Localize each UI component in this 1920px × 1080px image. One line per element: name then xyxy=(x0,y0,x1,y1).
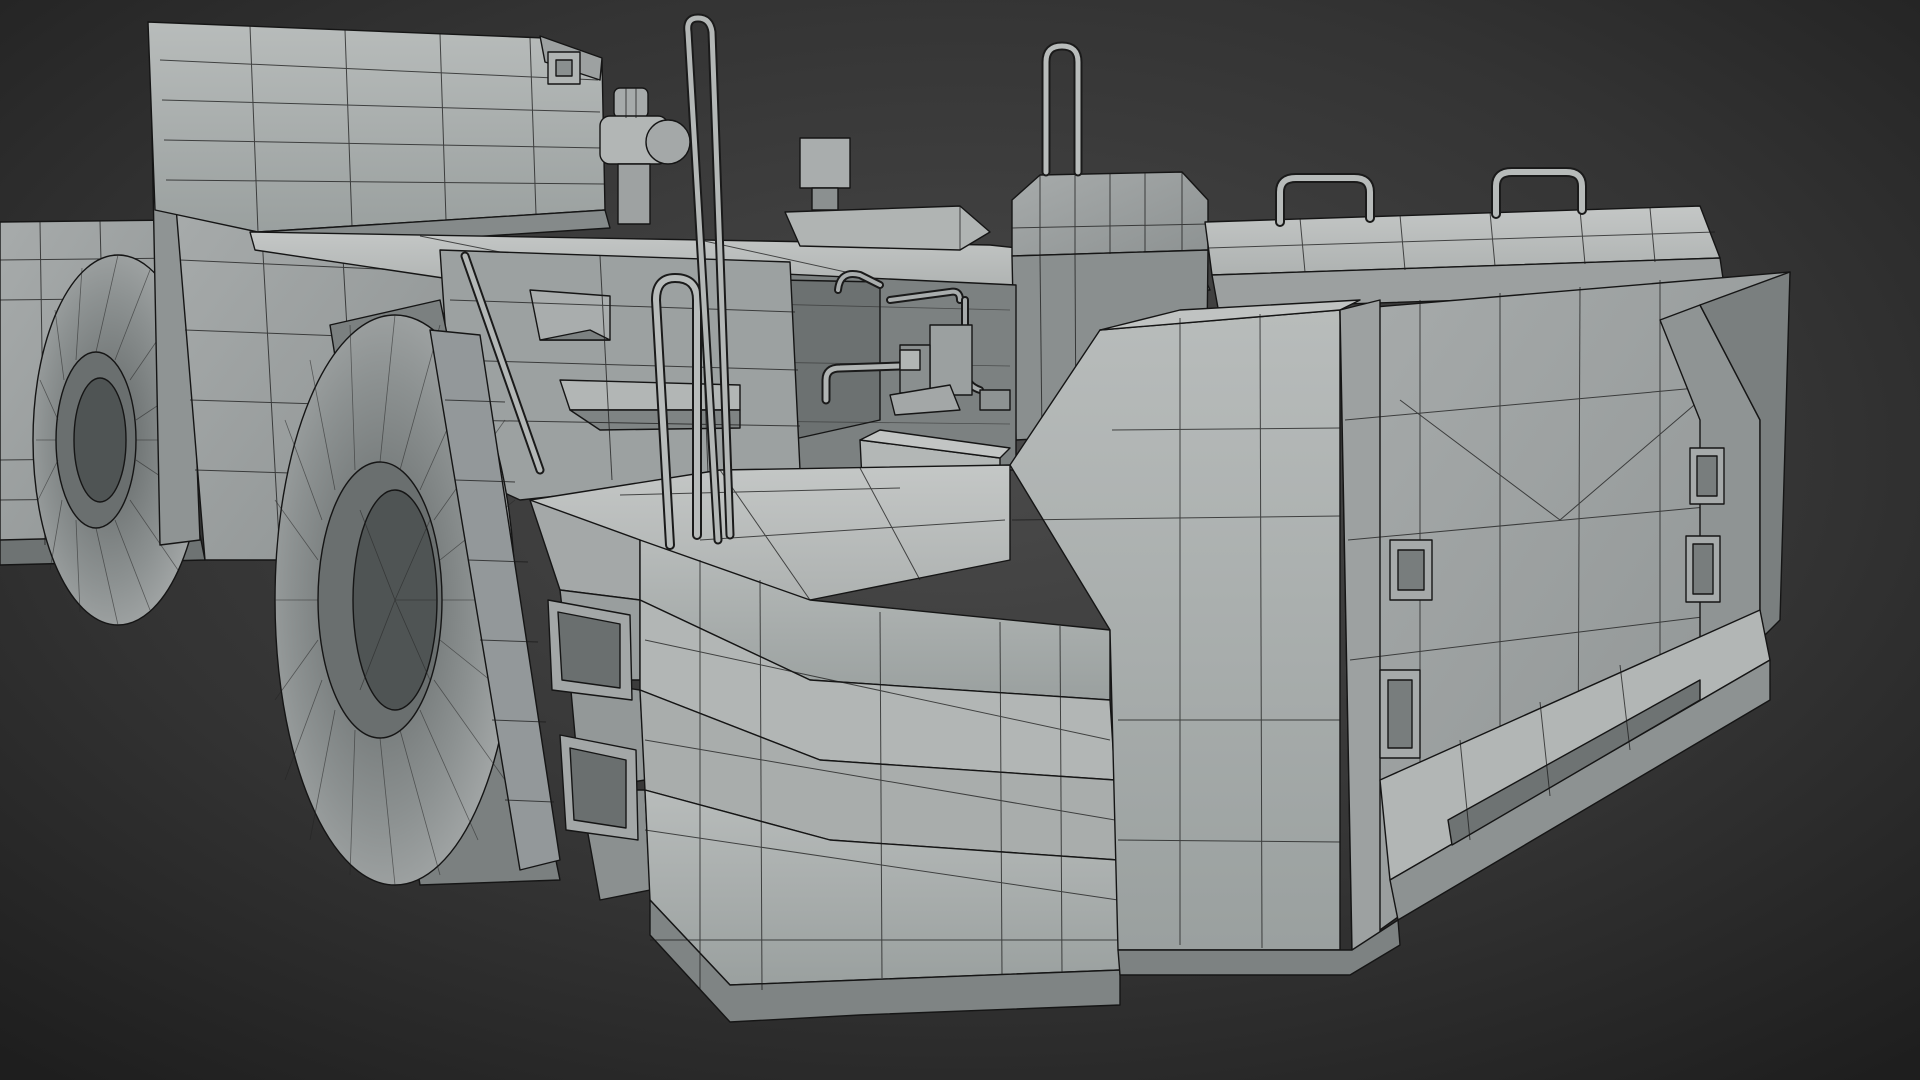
top-storage-box[interactable] xyxy=(147,21,611,251)
side-latch-2[interactable] xyxy=(1379,669,1421,759)
side-latch-4[interactable] xyxy=(1685,535,1721,603)
bumper-pocket-lower[interactable] xyxy=(559,734,639,841)
deck-plate xyxy=(784,205,991,251)
step-upper xyxy=(529,289,611,341)
3d-viewport[interactable] xyxy=(0,0,1920,1080)
side-latch-3[interactable] xyxy=(1689,447,1725,505)
bumper-pocket-upper[interactable] xyxy=(547,599,633,701)
side-latch-1[interactable] xyxy=(1389,539,1433,601)
viewport-canvas[interactable] xyxy=(0,0,1920,1080)
